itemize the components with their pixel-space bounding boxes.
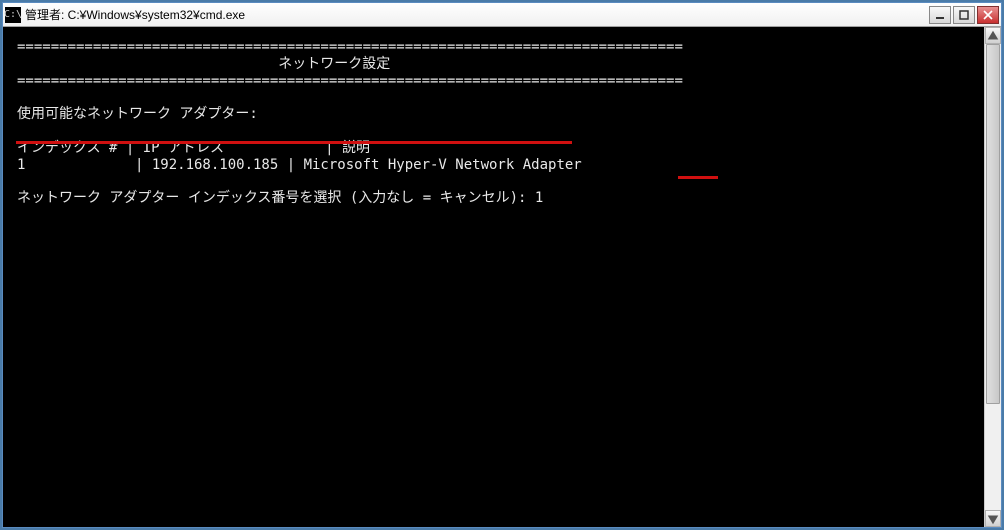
adapters-label: 使用可能なネットワーク アダプター: xyxy=(17,106,258,122)
maximize-button[interactable] xyxy=(953,6,975,24)
minimize-button[interactable] xyxy=(929,6,951,24)
console-area: ========================================… xyxy=(3,27,1001,527)
scroll-thumb[interactable] xyxy=(986,44,1000,404)
highlight-underline-input xyxy=(678,176,718,179)
window-title: 管理者: C:¥Windows¥system32¥cmd.exe xyxy=(25,6,929,23)
scroll-track[interactable] xyxy=(985,44,1001,510)
cmd-icon: C:\ xyxy=(5,7,21,23)
divider-top: ========================================… xyxy=(17,39,683,55)
window-controls xyxy=(929,6,999,24)
scroll-up-button[interactable] xyxy=(985,27,1001,44)
heading-prefix xyxy=(17,56,278,72)
close-button[interactable] xyxy=(977,6,999,24)
console-output[interactable]: ========================================… xyxy=(3,27,984,527)
vertical-scrollbar[interactable] xyxy=(984,27,1001,527)
cmd-window: C:\ 管理者: C:¥Windows¥system32¥cmd.exe ===… xyxy=(2,2,1002,528)
divider-bottom: ========================================… xyxy=(17,73,683,89)
prompt-line: ネットワーク アダプター インデックス番号を選択 (入力なし = キャンセル):… xyxy=(17,190,543,206)
heading-text: ネットワーク設定 xyxy=(278,56,390,72)
title-bar[interactable]: C:\ 管理者: C:¥Windows¥system32¥cmd.exe xyxy=(3,3,1001,27)
scroll-down-button[interactable] xyxy=(985,510,1001,527)
highlight-underline-adapter xyxy=(16,141,572,144)
table-row: 1 | 192.168.100.185 | Microsoft Hyper-V … xyxy=(17,157,582,173)
